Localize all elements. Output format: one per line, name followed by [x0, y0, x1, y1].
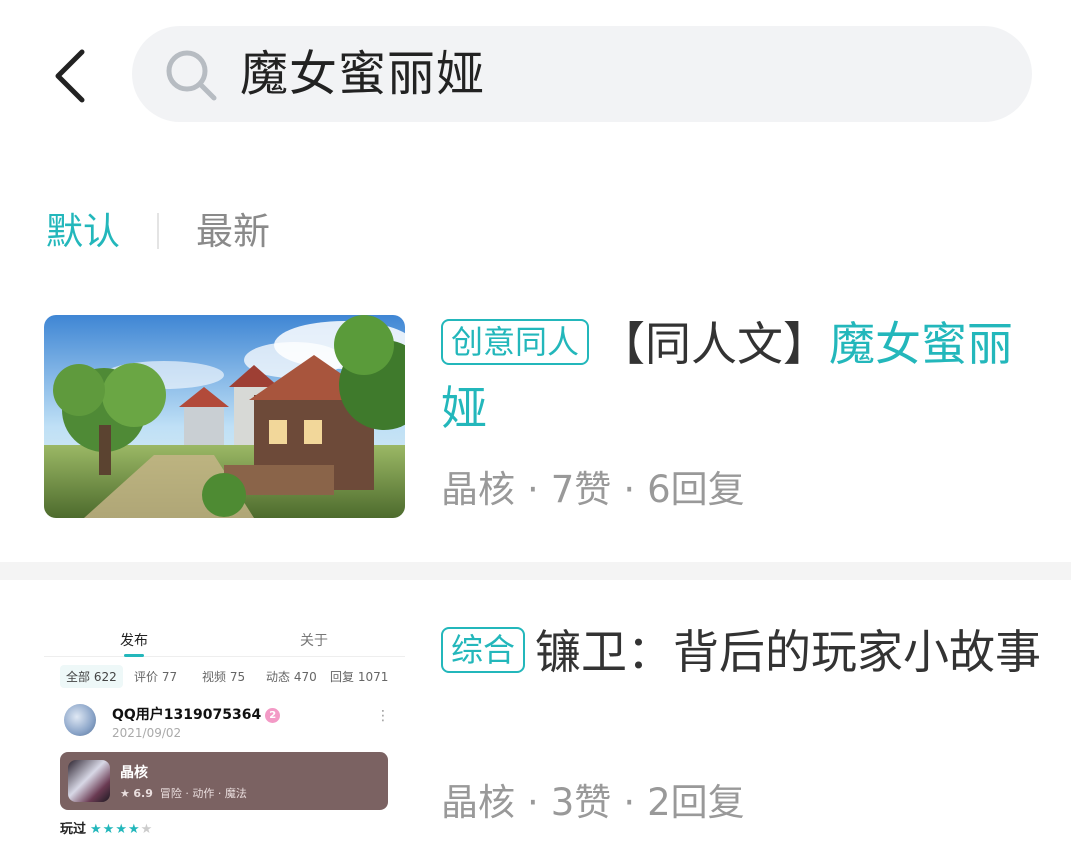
back-button[interactable]: [40, 40, 100, 112]
result-card[interactable]: 发布 关于 全部 622 评价 77 视频 75 动态 470 回复 1071 …: [0, 582, 1071, 841]
mini-played: 玩过 ★★★★★: [60, 818, 153, 837]
landscape-image: [44, 315, 405, 518]
mini-user-name-text: QQ用户1319075364: [112, 707, 262, 723]
mini-user-badge: 2: [265, 708, 281, 723]
post-meta: 晶核 · 3赞 · 2回复: [441, 779, 745, 827]
mini-game-name: 晶核: [120, 765, 148, 781]
category-tag: 综合: [441, 627, 526, 673]
mini-tab-indicator: [124, 654, 144, 657]
meta-replies: 6回复: [647, 468, 745, 511]
title-prefix: 【同人文】: [599, 317, 830, 371]
mini-played-label: 玩过: [60, 822, 87, 837]
game-icon: [68, 760, 110, 802]
mini-game-card: 晶核 ★ 6.9 冒险 · 动作 · 魔法: [60, 752, 388, 810]
tab-latest[interactable]: 最新: [196, 202, 270, 262]
tab-default[interactable]: 默认: [46, 202, 120, 262]
mini-user-name: QQ用户1319075364 2: [112, 704, 281, 724]
meta-dot: ·: [527, 781, 539, 824]
search-icon: [166, 50, 217, 101]
star-rating: ★★★★★: [90, 822, 154, 837]
section-divider: [0, 562, 1071, 580]
post-thumbnail: [44, 315, 405, 518]
mini-game-rating: 6.9: [133, 787, 153, 800]
post-thumbnail: 发布 关于 全部 622 评价 77 视频 75 动态 470 回复 1071 …: [44, 612, 405, 841]
mini-filter: 评价 77: [134, 670, 178, 684]
meta-source: 晶核: [441, 781, 515, 824]
meta-likes: 3赞: [550, 781, 612, 824]
more-icon: ⋮: [376, 708, 390, 724]
mini-tab: 发布: [120, 633, 148, 649]
mini-tabs: 发布 关于: [44, 626, 405, 657]
mini-tab: 关于: [300, 633, 328, 649]
chevron-left-icon: [55, 49, 85, 103]
result-card[interactable]: 创意同人 【同人文】魔女蜜丽娅 晶核 · 7赞 · 6回复: [0, 290, 1071, 560]
mini-filter: 全部 622: [60, 665, 123, 688]
avatar: [64, 704, 96, 736]
category-tag: 创意同人: [441, 319, 590, 365]
meta-dot: ·: [623, 468, 636, 511]
meta-replies: 2回复: [647, 781, 745, 824]
post-title: 创意同人 【同人文】魔女蜜丽娅: [441, 312, 1041, 440]
search-bar[interactable]: 魔女蜜丽娅: [132, 26, 1032, 122]
mini-filter: 视频 75: [202, 670, 246, 684]
title-rest: 镰卫：背后的玩家小故事: [535, 625, 1042, 679]
search-input[interactable]: 魔女蜜丽娅: [240, 26, 485, 122]
post-title: 综合 镰卫：背后的玩家小故事: [441, 620, 1041, 684]
meta-likes: 7赞: [550, 468, 612, 511]
meta-dot: ·: [623, 781, 636, 824]
post-meta: 晶核 · 7赞 · 6回复: [441, 466, 745, 514]
tab-separator: [157, 213, 159, 249]
mini-filter: 回复 1071: [330, 670, 389, 684]
mini-game-sub: ★ 6.9 冒险 · 动作 · 魔法: [120, 787, 247, 800]
mini-date: 2021/09/02: [112, 726, 182, 740]
meta-source: 晶核: [441, 468, 515, 511]
search-results-page: 魔女蜜丽娅 默认 最新 创意同人 【同人文】魔女蜜丽娅 晶核 · 7赞 · 6回…: [0, 0, 1071, 841]
mini-filter: 动态 470: [266, 670, 317, 684]
meta-dot: ·: [527, 468, 539, 511]
mini-game-genres: 冒险 · 动作 · 魔法: [159, 787, 247, 800]
app-screenshot: 发布 关于 全部 622 评价 77 视频 75 动态 470 回复 1071 …: [44, 612, 405, 841]
